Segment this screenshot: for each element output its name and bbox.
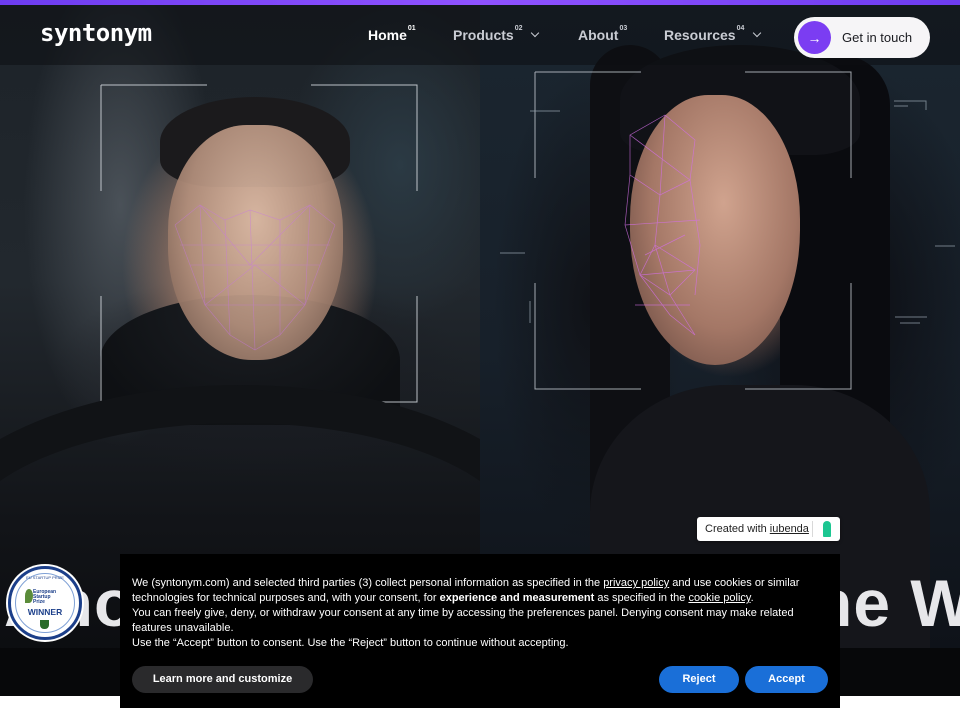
cookie-bold-text: experience and measurement — [439, 592, 595, 604]
cookie-text-paragraph-3: Use the “Accept” button to consent. Use … — [132, 637, 569, 649]
cookie-banner-text: We (syntonym.com) and selected third par… — [132, 576, 822, 651]
nav-item-products[interactable]: Products 02 — [453, 25, 540, 43]
cookie-text-segment: . — [750, 592, 754, 604]
get-in-touch-label: Get in touch — [842, 30, 913, 45]
chevron-down-icon — [531, 28, 540, 38]
reject-button[interactable]: Reject — [659, 666, 739, 693]
site-logo[interactable]: syntonym — [40, 19, 152, 47]
award-prize-text: European Startup Prize — [33, 590, 56, 605]
nav-item-home[interactable]: Home 01 — [368, 25, 416, 43]
leaf-icon — [25, 589, 33, 603]
chevron-down-icon — [753, 28, 762, 38]
cookie-text-segment: as specified in the — [594, 592, 689, 604]
iubenda-badge[interactable]: Created with iubenda — [697, 517, 840, 541]
arrow-right-icon: → — [798, 21, 831, 54]
iubenda-prefix: Created with — [705, 523, 767, 535]
trophy-icon — [40, 620, 49, 629]
cookie-banner: We (syntonym.com) and selected third par… — [120, 554, 840, 708]
nav-item-about[interactable]: About 03 — [578, 25, 628, 43]
award-badge[interactable]: EU STARTUP PRIZE European Startup Prize … — [8, 566, 82, 640]
cookie-text-paragraph-1: We (syntonym.com) and selected third par… — [132, 576, 822, 606]
award-status: WINNER — [27, 607, 63, 617]
nav-item-index: 02 — [514, 25, 523, 32]
learn-more-customize-button[interactable]: Learn more and customize — [132, 666, 313, 693]
nav-item-label: Resources — [664, 27, 736, 43]
iubenda-divider — [812, 521, 813, 537]
get-in-touch-button[interactable]: → Get in touch — [794, 17, 930, 58]
privacy-policy-link[interactable]: privacy policy — [603, 577, 669, 589]
cookie-policy-link[interactable]: cookie policy — [688, 592, 750, 604]
iubenda-logo-icon — [823, 521, 831, 537]
accept-button[interactable]: Accept — [745, 666, 828, 693]
nav-item-index: 04 — [736, 25, 745, 32]
cookie-text-segment: We (syntonym.com) and selected third par… — [132, 577, 604, 589]
iubenda-link[interactable]: iubenda — [770, 523, 809, 535]
nav-item-label: Home — [368, 27, 407, 43]
nav-item-resources[interactable]: Resources 04 — [664, 25, 762, 43]
page: Ano ne W syntonym Home01 Products02 Abou… — [0, 0, 960, 720]
award-top-text: EU STARTUP PRIZE — [26, 575, 64, 580]
nav-item-index: 01 — [407, 25, 416, 32]
nav-item-index: 03 — [619, 25, 628, 32]
nav-item-label: Products — [453, 27, 514, 43]
award-prize-line: Prize — [33, 599, 45, 605]
cookie-text-paragraph-2: You can freely give, deny, or withdraw y… — [132, 607, 794, 634]
nav-item-label: About — [578, 27, 619, 43]
site-header: syntonym Home 01 Products 02 About 03 Resou… — [0, 5, 960, 65]
